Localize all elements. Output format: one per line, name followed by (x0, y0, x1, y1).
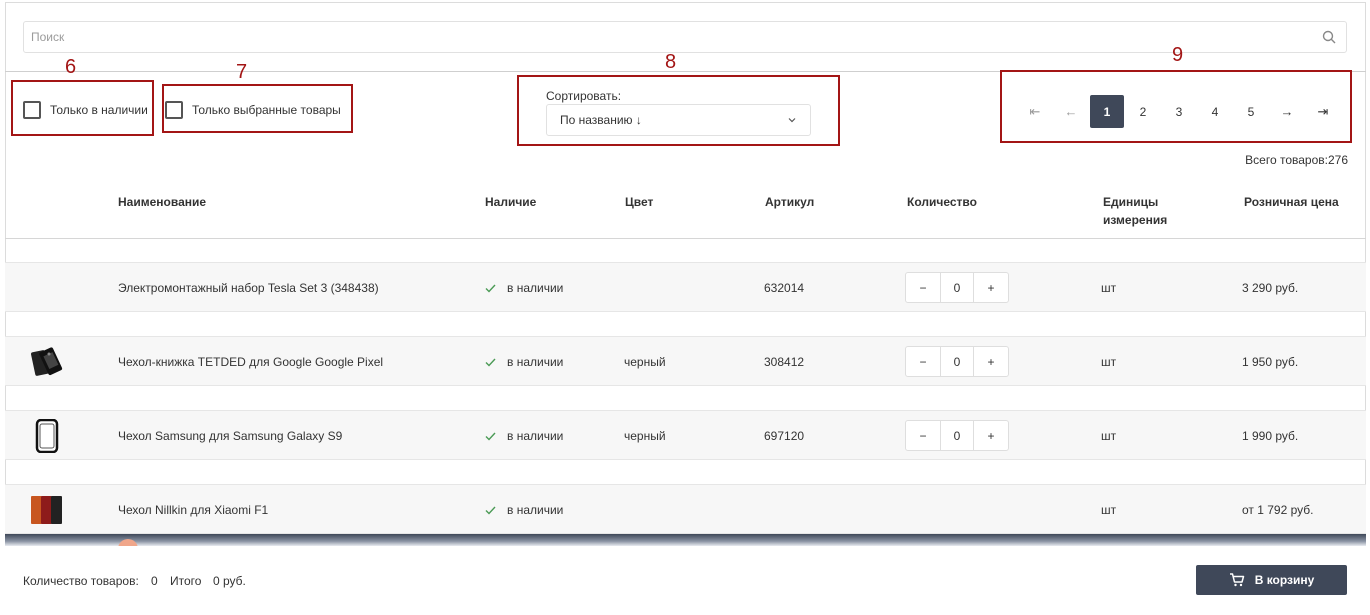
footer-count-label: Количество товаров: (23, 574, 139, 588)
sku-cell: 632014 (764, 281, 805, 295)
decrement-button[interactable]: − (906, 421, 940, 450)
cart-icon (1229, 573, 1244, 587)
page-button-2[interactable]: 2 (1126, 95, 1160, 128)
search-input[interactable] (24, 22, 1304, 52)
sku-cell: 308412 (764, 355, 805, 369)
add-to-cart-label: В корзину (1254, 573, 1315, 587)
search-box[interactable] (23, 21, 1347, 53)
check-icon (485, 432, 496, 441)
header-name[interactable]: Наименование (118, 193, 206, 211)
increment-button[interactable]: + (974, 347, 1008, 376)
availability-cell: в наличии (485, 411, 563, 461)
availability-cell: в наличии (485, 337, 563, 387)
pagination: ⇤ ← 1 2 3 4 5 → ⇥ (1018, 95, 1342, 128)
page-button-1[interactable]: 1 (1090, 95, 1124, 128)
sort-value: По названию ↓ (560, 113, 642, 127)
annotation-number-7: 7 (236, 61, 248, 83)
sku-cell: 697120 (764, 429, 805, 443)
selected-only-filter[interactable]: Только выбранные товары (165, 101, 341, 119)
unit-cell: шт (1101, 355, 1117, 369)
footer-total-label: Итого (170, 574, 202, 588)
color-cell: черный (624, 429, 666, 443)
price-cell: 3 290 руб. (1242, 281, 1299, 295)
price-cell: 1 990 руб. (1242, 429, 1299, 443)
availability-text: в наличии (507, 429, 564, 443)
page-button-3[interactable]: 3 (1162, 95, 1196, 128)
header-unit[interactable]: Единицы измерения (1103, 193, 1167, 229)
sort-label: Сортировать: (546, 89, 622, 103)
header-quantity[interactable]: Количество (907, 193, 977, 211)
annotation-number-9: 9 (1172, 44, 1184, 66)
check-icon (485, 506, 496, 515)
next-page-button[interactable]: → (1270, 95, 1304, 128)
check-icon (485, 358, 496, 367)
first-page-button[interactable]: ⇤ (1018, 95, 1052, 128)
prev-page-button[interactable]: ← (1054, 95, 1088, 128)
table-row[interactable]: Чехол-книжка TETDED для Google Google Pi… (5, 336, 1366, 386)
page-button-5[interactable]: 5 (1234, 95, 1268, 128)
product-name[interactable]: Чехол Nillkin для Xiaomi F1 (118, 485, 268, 535)
product-name[interactable]: Чехол-книжка TETDED для Google Google Pi… (118, 337, 383, 387)
footer-shadow (5, 534, 1366, 546)
header-unit-line2: измерения (1103, 213, 1168, 227)
wallet-case-thumbnail[interactable] (29, 345, 65, 379)
availability-cell: в наличии (485, 263, 563, 313)
page-button-4[interactable]: 4 (1198, 95, 1232, 128)
search-icon[interactable] (1322, 30, 1336, 44)
color-cases-thumbnail[interactable] (29, 493, 65, 527)
quantity-stepper: − 0 + (905, 272, 1009, 303)
quantity-stepper: − 0 + (905, 420, 1009, 451)
quantity-value[interactable]: 0 (940, 347, 974, 376)
selected-only-checkbox[interactable] (165, 101, 183, 119)
header-color[interactable]: Цвет (625, 193, 653, 211)
selected-only-label: Только выбранные товары (192, 103, 341, 117)
availability-text: в наличии (507, 281, 564, 295)
unit-cell: шт (1101, 281, 1117, 295)
annotation-number-6: 6 (65, 56, 77, 78)
header-divider (5, 238, 1366, 239)
decrement-button[interactable]: − (906, 273, 940, 302)
in-stock-label: Только в наличии (50, 103, 148, 117)
header-price[interactable]: Розничная цена (1244, 193, 1339, 211)
last-page-button[interactable]: ⇥ (1306, 95, 1340, 128)
footer-bar (5, 546, 1366, 613)
decrement-button[interactable]: − (906, 347, 940, 376)
price-cell: 1 950 руб. (1242, 355, 1299, 369)
quantity-stepper: − 0 + (905, 346, 1009, 377)
increment-button[interactable]: + (974, 421, 1008, 450)
check-icon (485, 284, 496, 293)
in-stock-filter[interactable]: Только в наличии (23, 101, 148, 119)
unit-cell: шт (1101, 429, 1117, 443)
in-stock-checkbox[interactable] (23, 101, 41, 119)
annotation-number-8: 8 (665, 51, 677, 73)
quantity-value[interactable]: 0 (940, 273, 974, 302)
price-cell: от 1 792 руб. (1242, 503, 1314, 517)
product-name[interactable]: Электромонтажный набор Tesla Set 3 (3484… (118, 263, 379, 313)
header-availability[interactable]: Наличие (485, 193, 536, 211)
chevron-down-icon (788, 118, 796, 123)
product-name[interactable]: Чехол Samsung для Samsung Galaxy S9 (118, 411, 342, 461)
total-products: Всего товаров:276 (1245, 153, 1348, 167)
header-unit-line1: Единицы (1103, 195, 1159, 209)
availability-text: в наличии (507, 355, 564, 369)
increment-button[interactable]: + (974, 273, 1008, 302)
add-to-cart-button[interactable]: В корзину (1196, 565, 1347, 595)
table-row[interactable]: Чехол Samsung для Samsung Galaxy S9 в на… (5, 410, 1366, 460)
footer-total-value: 0 руб. (213, 574, 246, 588)
clear-case-thumbnail[interactable] (29, 419, 65, 453)
availability-cell: в наличии (485, 485, 563, 535)
quantity-value[interactable]: 0 (940, 421, 974, 450)
color-cell: черный (624, 355, 666, 369)
table-row[interactable]: Чехол Nillkin для Xiaomi F1 в наличии шт… (5, 484, 1366, 534)
sort-select[interactable]: По названию ↓ (546, 104, 811, 136)
footer-count-value: 0 (151, 574, 158, 588)
unit-cell: шт (1101, 503, 1117, 517)
header-sku[interactable]: Артикул (765, 193, 814, 211)
table-row[interactable]: Электромонтажный набор Tesla Set 3 (3484… (5, 262, 1366, 312)
availability-text: в наличии (507, 503, 564, 517)
